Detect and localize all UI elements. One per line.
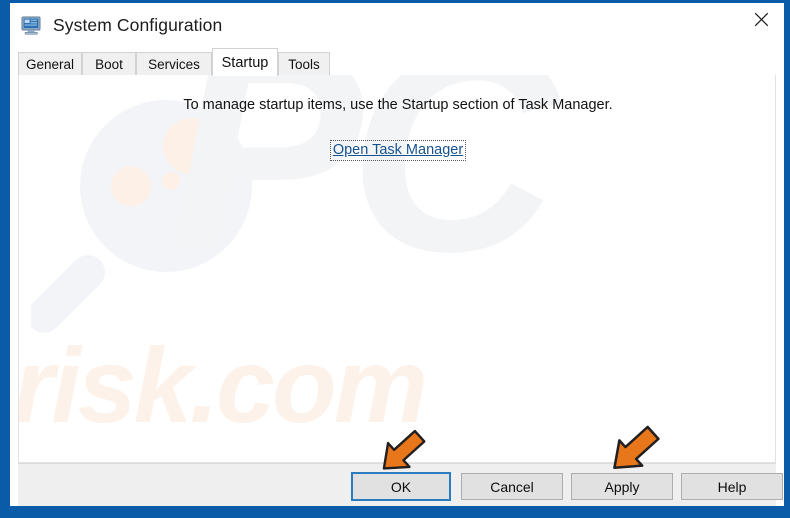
tab-startup[interactable]: Startup — [212, 48, 278, 76]
startup-instruction-text: To manage startup items, use the Startup… — [183, 97, 613, 113]
magnifier-icon — [27, 88, 261, 343]
dialog-button-bar: OK Cancel Apply Help — [18, 463, 783, 506]
open-task-manager-container: Open Task Manager — [19, 140, 775, 161]
ok-button[interactable]: OK — [351, 472, 451, 501]
window-title: System Configuration — [53, 15, 223, 35]
close-icon[interactable] — [738, 3, 784, 35]
tab-services[interactable]: Services — [136, 52, 212, 76]
startup-tab-panel: PC risk.com To manage startup items, use… — [18, 75, 776, 463]
tab-general[interactable]: General — [18, 52, 82, 76]
help-button[interactable]: Help — [681, 473, 783, 500]
open-task-manager-link[interactable]: Open Task Manager — [329, 140, 467, 161]
apply-button[interactable]: Apply — [571, 473, 673, 500]
title-bar: System Configuration — [10, 3, 784, 48]
window-client-area: System Configuration General Boot Servic… — [10, 3, 784, 506]
cancel-button[interactable]: Cancel — [461, 473, 563, 500]
system-configuration-window: System Configuration General Boot Servic… — [0, 0, 790, 518]
watermark-domain: risk.com — [18, 327, 428, 445]
tab-tools[interactable]: Tools — [278, 52, 330, 76]
tab-strip: General Boot Services Startup Tools — [18, 48, 776, 76]
system-configuration-monitor-icon — [21, 16, 43, 36]
tab-boot[interactable]: Boot — [82, 52, 136, 76]
